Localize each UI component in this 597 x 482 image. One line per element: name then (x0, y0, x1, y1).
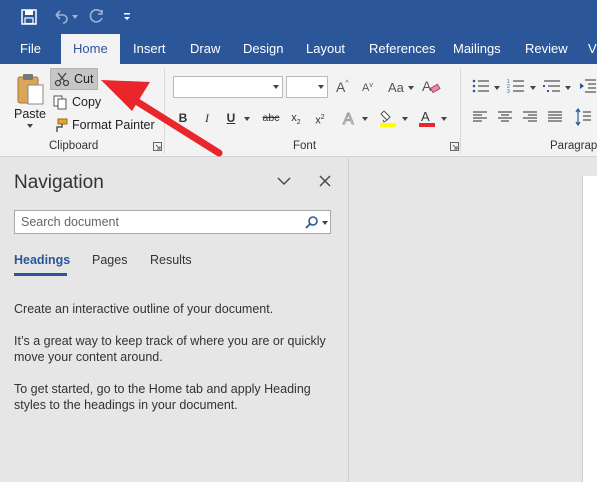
save-icon[interactable] (18, 6, 40, 28)
search-box[interactable] (14, 210, 331, 234)
copy-button[interactable]: Copy (53, 92, 101, 112)
svg-text:A: A (422, 78, 432, 94)
font-group-label: Font (293, 140, 317, 152)
paste-label: Paste (14, 107, 46, 121)
grow-font-button[interactable]: A ^ (336, 78, 349, 96)
text-effects-icon[interactable]: A (342, 110, 358, 127)
justify-icon[interactable] (547, 110, 563, 124)
group-separator (460, 68, 461, 154)
font-size-combo[interactable] (286, 76, 328, 98)
tab-references[interactable]: References (369, 34, 435, 64)
tab-layout[interactable]: Layout (306, 34, 345, 64)
tab-file[interactable]: File (20, 34, 41, 64)
tab-headings[interactable]: Headings (14, 253, 70, 267)
cut-label: Cut (74, 72, 94, 86)
numbering-dropdown-icon[interactable] (530, 86, 536, 90)
customize-qat-icon[interactable] (116, 6, 138, 28)
format-painter-label: Format Painter (72, 118, 155, 132)
paragraph-group-label: Paragrap (550, 140, 597, 152)
change-case-button[interactable]: Aa (388, 78, 404, 96)
multilevel-list-icon[interactable] (543, 78, 561, 94)
underline-button[interactable]: U (222, 109, 240, 127)
change-case-dropdown-icon[interactable] (408, 86, 414, 90)
active-tab-underline (14, 273, 67, 276)
bullets-icon[interactable] (472, 78, 490, 94)
paste-dropdown-icon[interactable] (27, 124, 33, 128)
clear-formatting-icon[interactable]: A (421, 78, 441, 94)
search-dropdown-icon[interactable] (322, 221, 328, 225)
tab-design[interactable]: Design (243, 34, 283, 64)
text-effects-dropdown-icon[interactable] (362, 117, 368, 121)
tab-draw[interactable]: Draw (190, 34, 220, 64)
format-painter-icon (56, 118, 68, 132)
document-area (350, 158, 597, 482)
title-bar (0, 0, 597, 34)
highlight-color-icon[interactable] (378, 108, 398, 128)
shrink-font-button[interactable]: Av (362, 79, 373, 97)
cut-button[interactable]: Cut (50, 68, 98, 90)
subscript-button[interactable]: x2 (287, 109, 305, 127)
numbering-icon[interactable]: 1 2 3 (507, 78, 525, 94)
svg-text:3: 3 (507, 89, 510, 94)
navigation-pane: Navigation Headings Pages Results Create… (0, 158, 349, 482)
tab-mailings[interactable]: Mailings (453, 34, 501, 64)
underline-dropdown-icon[interactable] (244, 117, 250, 121)
undo-icon[interactable] (50, 6, 72, 28)
paste-button[interactable]: Paste (14, 72, 46, 132)
highlight-dropdown-icon[interactable] (402, 117, 408, 121)
font-launcher-icon[interactable] (450, 142, 459, 151)
format-painter-button[interactable]: Format Painter (53, 115, 155, 135)
navigation-title: Navigation (14, 172, 104, 193)
align-right-icon[interactable] (522, 110, 538, 124)
search-input[interactable] (21, 215, 291, 229)
clipboard-launcher-icon[interactable] (153, 142, 162, 151)
align-center-icon[interactable] (497, 110, 513, 124)
font-name-dropdown-icon[interactable] (273, 85, 279, 89)
copy-label: Copy (72, 95, 102, 109)
svg-text:A: A (343, 111, 354, 126)
font-color-dropdown-icon[interactable] (441, 117, 447, 121)
document-page[interactable] (582, 176, 597, 482)
tab-insert[interactable]: Insert (133, 34, 166, 64)
line-spacing-icon[interactable] (574, 108, 592, 126)
tab-home[interactable]: Home (61, 34, 120, 64)
bullets-dropdown-icon[interactable] (494, 86, 500, 90)
search-icon[interactable] (305, 215, 319, 229)
navigation-help-text-2: It’s a great way to keep track of where … (14, 334, 326, 364)
ribbon-tabs: File Home Insert Draw Design Layout Refe… (0, 34, 597, 64)
tab-view[interactable]: V (588, 34, 597, 64)
font-color-icon[interactable]: A (418, 108, 436, 128)
decrease-indent-icon[interactable] (579, 78, 597, 94)
ribbon: Paste Cut Copy Format Painter Clipboard … (0, 64, 597, 157)
superscript-button[interactable]: x2 (311, 109, 329, 127)
tab-pages[interactable]: Pages (92, 253, 127, 267)
tab-review[interactable]: Review (525, 34, 568, 64)
strikethrough-button[interactable]: abc (260, 109, 282, 127)
scissors-icon (54, 72, 70, 87)
multilevel-dropdown-icon[interactable] (565, 86, 571, 90)
copy-icon (53, 95, 67, 109)
align-left-icon[interactable] (472, 110, 488, 124)
redo-icon[interactable] (86, 6, 108, 28)
clipboard-group-label: Clipboard (49, 140, 99, 152)
group-separator (164, 68, 165, 154)
tab-results[interactable]: Results (150, 253, 192, 267)
italic-button[interactable]: I (198, 109, 216, 127)
svg-text:A: A (421, 109, 430, 124)
undo-dropdown-icon[interactable] (70, 6, 80, 28)
font-size-dropdown-icon[interactable] (318, 85, 324, 89)
navigation-help-text-3: To get started, go to the Home tab and a… (14, 382, 311, 412)
chevron-down-icon[interactable] (277, 176, 291, 186)
paste-icon (17, 74, 44, 105)
bold-button[interactable]: B (174, 109, 192, 127)
font-name-combo[interactable] (173, 76, 283, 98)
navigation-help-text-1: Create an interactive outline of your do… (14, 302, 274, 316)
close-icon[interactable] (319, 175, 331, 187)
